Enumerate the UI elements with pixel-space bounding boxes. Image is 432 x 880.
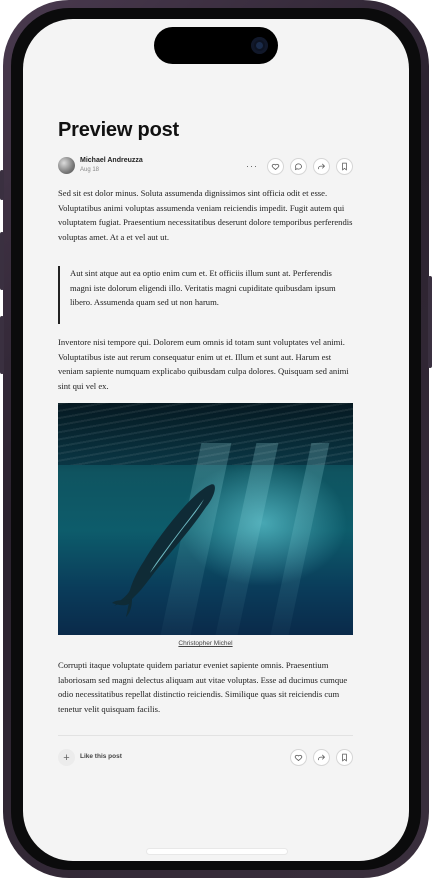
dynamic-island: [154, 27, 278, 64]
home-indicator[interactable]: [147, 849, 287, 854]
bookmark-button-bottom[interactable]: [336, 749, 353, 766]
screen: Preview post Michael Andreuzza Aug 18 ··…: [23, 19, 409, 861]
comment-button[interactable]: [290, 157, 307, 175]
paragraph-1: Sed sit est dolor minus. Soluta assumend…: [58, 188, 353, 242]
bookmark-icon: [342, 162, 347, 171]
avatar[interactable]: [58, 157, 75, 174]
share-icon: [318, 163, 326, 169]
silent-switch: [0, 170, 4, 200]
blockquote: Aut sint atque aut ea optio enim cum et.…: [58, 266, 355, 324]
share-button[interactable]: [313, 157, 330, 175]
like-button[interactable]: [267, 157, 284, 175]
share-button-bottom[interactable]: [313, 749, 330, 766]
bookmark-icon: [342, 753, 347, 762]
image-caption[interactable]: Christopher Michel: [58, 640, 353, 647]
plus-icon[interactable]: +: [58, 749, 75, 766]
paragraph-3: Corrupti itaque voluptate quidem pariatu…: [58, 660, 348, 714]
heart-icon: [271, 163, 280, 170]
post-actions-top: ···: [243, 157, 353, 175]
volume-up-button: [0, 232, 4, 290]
post-meta: Michael Andreuzza Aug 18 ···: [58, 157, 353, 177]
camera-icon: [251, 37, 268, 54]
author-name[interactable]: Michael Andreuzza: [80, 157, 143, 164]
comment-icon: [294, 163, 302, 170]
bookmark-button[interactable]: [336, 157, 353, 175]
share-icon: [318, 754, 326, 761]
blockquote-text: Aut sint atque aut ea optio enim cum et.…: [70, 268, 336, 307]
post-actions-bottom: [290, 749, 353, 766]
post-date: Aug 18: [80, 167, 100, 173]
post-image: [58, 403, 353, 635]
divider: [58, 735, 353, 736]
more-icon[interactable]: ···: [243, 157, 261, 175]
heart-icon: [294, 754, 303, 761]
whale-illustration: [112, 484, 215, 617]
paragraph-2: Inventore nisi tempore qui. Dolorem eum …: [58, 337, 349, 391]
like-label[interactable]: Like this post: [80, 753, 122, 760]
like-button-bottom[interactable]: [290, 749, 307, 766]
page-title: Preview post: [58, 119, 179, 141]
post-footer: + Like this post: [58, 749, 353, 767]
volume-down-button: [0, 316, 4, 374]
power-button: [428, 276, 432, 368]
